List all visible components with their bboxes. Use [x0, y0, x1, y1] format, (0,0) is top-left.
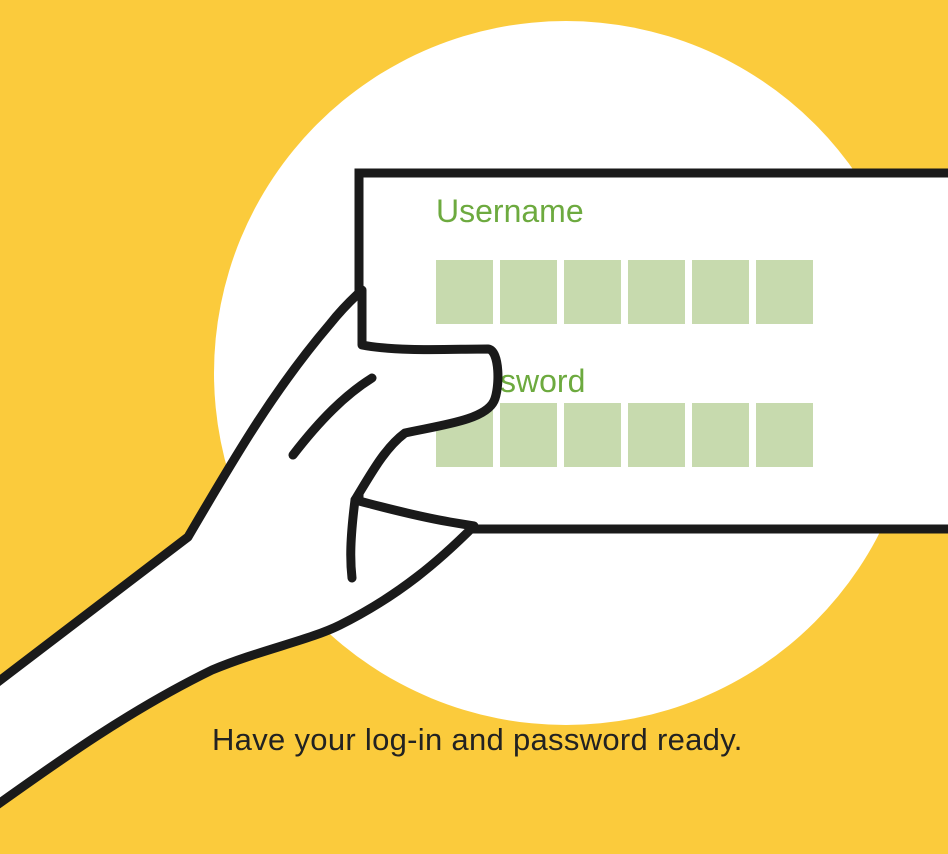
field-cell	[628, 403, 685, 467]
caption-text: Have your log-in and password ready.	[212, 722, 743, 757]
password-label: sword	[500, 363, 585, 399]
field-cell	[756, 403, 813, 467]
field-cell	[692, 260, 749, 324]
field-cell	[564, 403, 621, 467]
field-cell	[500, 260, 557, 324]
field-cell	[500, 403, 557, 467]
field-cell	[692, 403, 749, 467]
field-cell	[628, 260, 685, 324]
field-cell	[756, 260, 813, 324]
username-label: Username	[436, 193, 584, 229]
field-cell	[436, 260, 493, 324]
field-cell	[564, 260, 621, 324]
login-illustration: Username sword Have your log-in and pass…	[0, 0, 948, 854]
